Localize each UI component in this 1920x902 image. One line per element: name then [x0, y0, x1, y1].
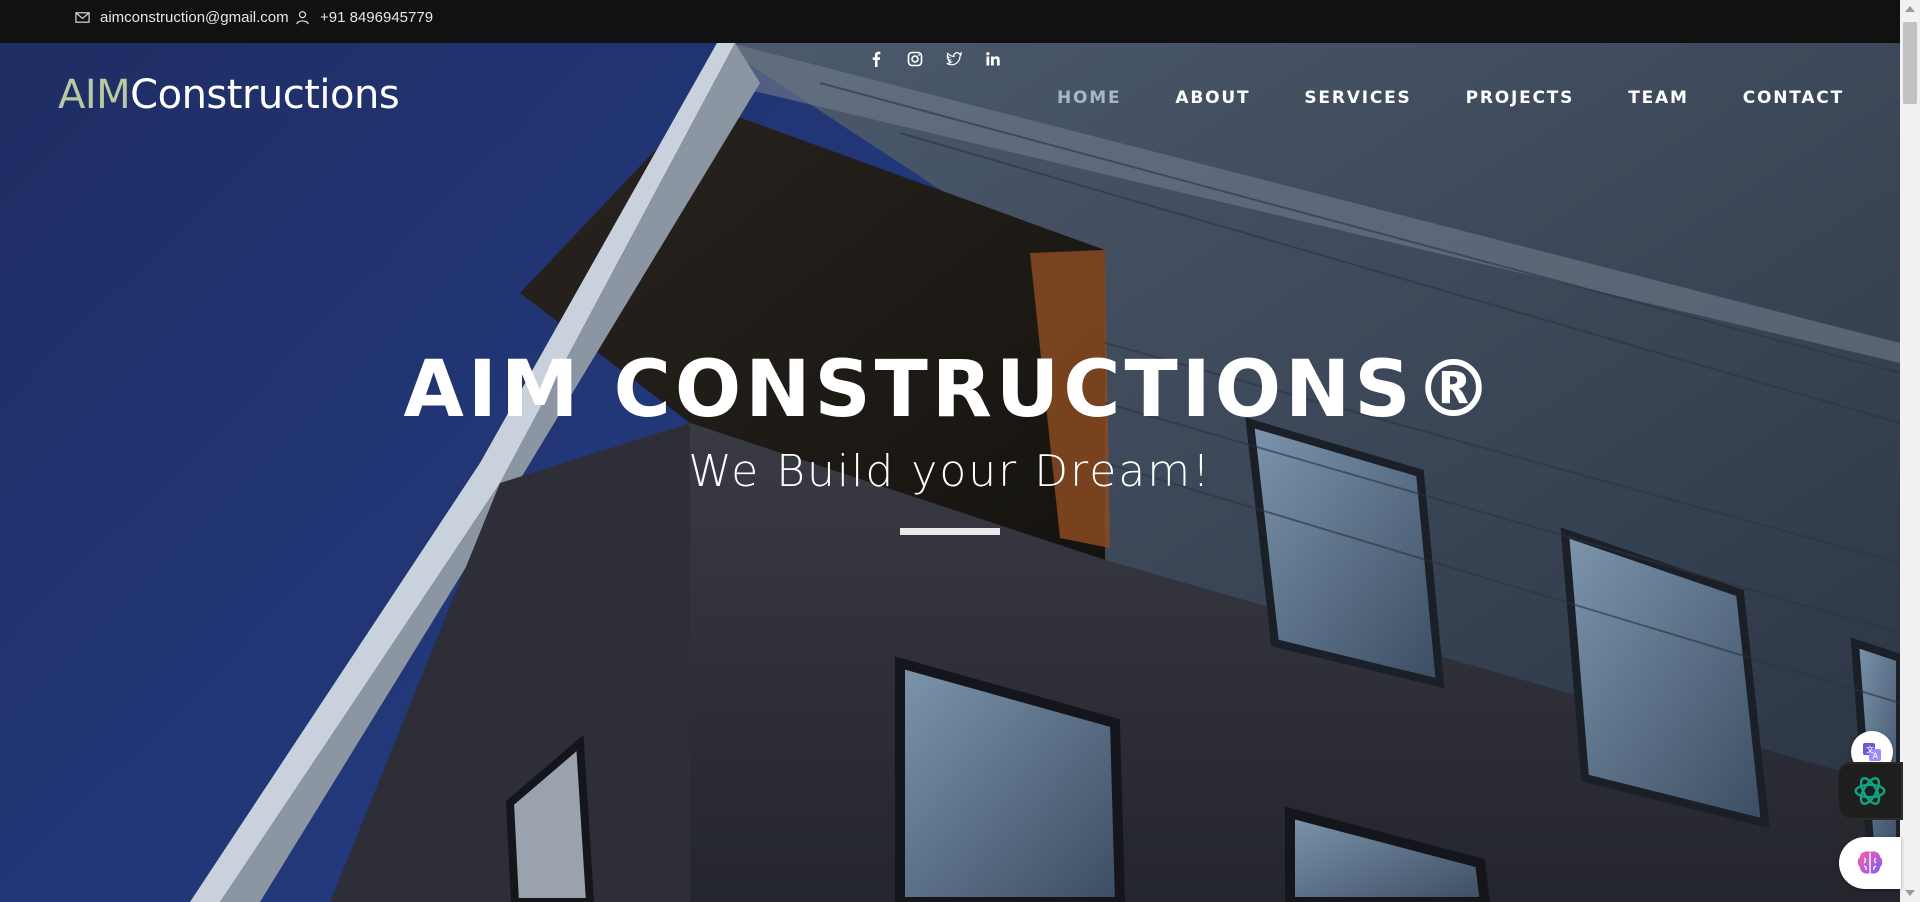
logo-text: Constructions — [130, 72, 400, 118]
hero-section: AIMConstructions HOME ABOUT SERVICES PRO… — [0, 43, 1900, 902]
svg-text:A: A — [1873, 752, 1879, 761]
logo-prefix: AIM — [58, 72, 131, 118]
main-nav: HOME ABOUT SERVICES PROJECTS TEAM CONTAC… — [1057, 88, 1844, 108]
instagram-icon[interactable] — [905, 49, 924, 68]
nav-home[interactable]: HOME — [1057, 88, 1121, 108]
chatgpt-widget-button[interactable] — [1837, 762, 1903, 820]
site-logo[interactable]: AIMConstructions — [58, 72, 400, 118]
top-contact-bar: aimconstruction@gmail.com +91 8496945779 — [0, 0, 1900, 43]
nav-services[interactable]: SERVICES — [1304, 88, 1411, 108]
contact-phone[interactable]: +91 8496945779 — [295, 9, 433, 26]
contact-email[interactable]: aimconstruction@gmail.com — [75, 9, 289, 26]
hero-title: AIM CONSTRUCTIONS® — [403, 345, 1497, 435]
scroll-down-arrow-icon[interactable] — [1905, 890, 1915, 896]
nav-about[interactable]: ABOUT — [1175, 88, 1250, 108]
ai-brain-widget-button[interactable] — [1839, 837, 1901, 889]
hero-divider — [900, 528, 1000, 535]
scroll-up-arrow-icon[interactable] — [1905, 6, 1915, 12]
envelope-icon — [75, 12, 90, 23]
page-scrollbar[interactable] — [1900, 0, 1920, 902]
brain-icon — [1857, 851, 1883, 874]
nav-contact[interactable]: CONTACT — [1743, 88, 1844, 108]
twitter-icon[interactable] — [944, 49, 963, 68]
linkedin-icon[interactable] — [983, 49, 1002, 68]
social-links — [866, 49, 1002, 68]
nav-projects[interactable]: PROJECTS — [1466, 88, 1575, 108]
contact-email-text: aimconstruction@gmail.com — [100, 9, 289, 26]
nav-team[interactable]: TEAM — [1628, 88, 1688, 108]
hero-tagline: We Build your Dream! — [688, 446, 1212, 497]
scrollbar-thumb[interactable] — [1903, 22, 1917, 104]
contact-phone-text: +91 8496945779 — [320, 9, 434, 26]
user-icon — [296, 11, 309, 25]
facebook-icon[interactable] — [866, 49, 885, 68]
translate-icon: 文 A — [1863, 743, 1881, 761]
openai-logo-icon — [1854, 777, 1886, 805]
